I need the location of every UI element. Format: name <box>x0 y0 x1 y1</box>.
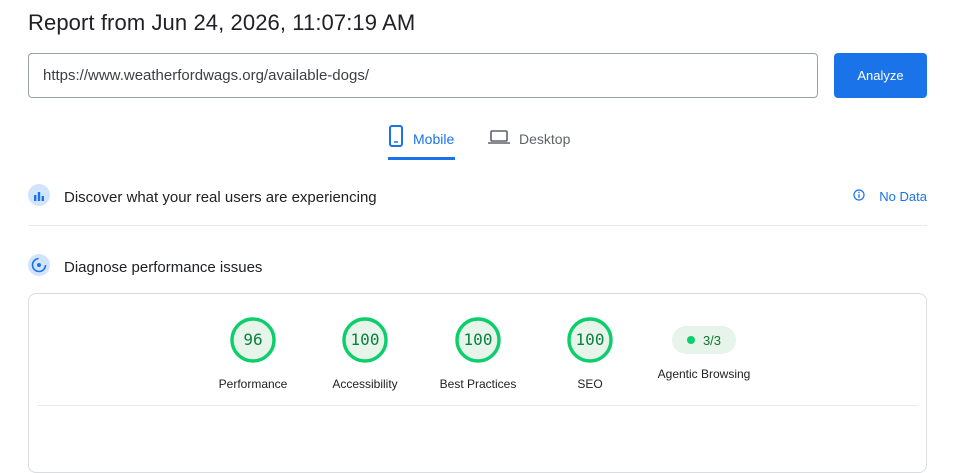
agentic-browsing-gauge[interactable]: 3/3 Agentic Browsing <box>639 316 769 381</box>
card-divider <box>37 405 918 406</box>
score-label: SEO <box>577 377 603 391</box>
field-data-section: Discover what your real users are experi… <box>28 183 927 211</box>
section-divider <box>28 225 927 226</box>
mobile-phone-icon <box>388 124 404 151</box>
no-data-status[interactable]: No Data <box>853 189 927 204</box>
users-chart-icon <box>28 183 50 211</box>
report-title: Report from Jun 24, 2026, 11:07:19 AM <box>28 10 416 35</box>
tab-mobile[interactable]: Mobile <box>388 124 455 160</box>
field-data-title: Discover what your real users are experi… <box>64 188 377 206</box>
gauge-icon <box>28 253 50 281</box>
performance-gauge[interactable]: 96 Performance <box>203 316 303 391</box>
laptop-icon <box>488 124 510 151</box>
score-value: 100 <box>575 330 605 349</box>
score-value: 100 <box>463 330 493 349</box>
lab-data-section: Diagnose performance issues <box>28 253 927 281</box>
agentic-value: 3/3 <box>702 332 722 348</box>
score-label: Best Practices <box>439 377 517 391</box>
pass-dot-icon <box>686 336 695 344</box>
score-label: Performance <box>218 377 288 391</box>
best-practices-gauge[interactable]: 100 Best Practices <box>428 316 528 391</box>
agentic-label: Agentic Browsing <box>657 367 751 381</box>
analyze-button[interactable]: Analyze <box>834 53 927 98</box>
no-data-label: No Data <box>879 189 927 204</box>
url-input[interactable] <box>28 53 818 98</box>
agentic-pill: 3/3 <box>671 326 737 354</box>
score-value: 100 <box>350 330 380 349</box>
scores-card: 96 Performance 100 Accessibility 100 Bes… <box>28 293 927 473</box>
accessibility-gauge[interactable]: 100 Accessibility <box>315 316 415 391</box>
seo-gauge[interactable]: 100 SEO <box>540 316 640 391</box>
info-icon <box>853 189 865 204</box>
tab-mobile-label: Mobile <box>413 131 455 147</box>
tab-desktop[interactable]: Desktop <box>488 124 570 160</box>
tab-desktop-label: Desktop <box>519 131 571 147</box>
score-label: Accessibility <box>332 377 398 391</box>
score-value: 96 <box>243 330 263 349</box>
lab-data-title: Diagnose performance issues <box>64 258 263 276</box>
